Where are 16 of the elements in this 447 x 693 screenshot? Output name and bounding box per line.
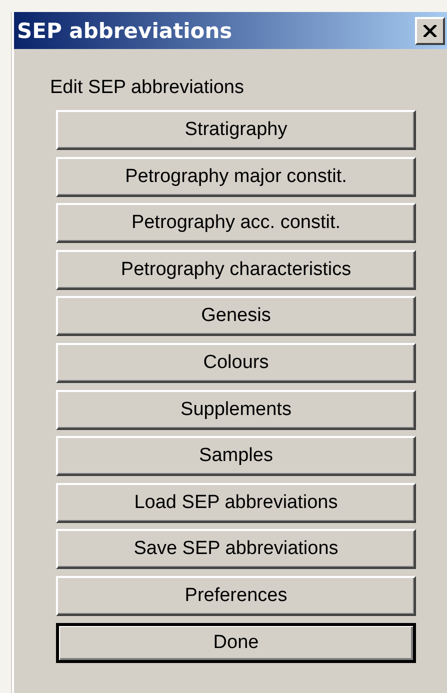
option-button[interactable]: Petrography characteristics (56, 250, 416, 290)
option-button[interactable]: Genesis (56, 296, 416, 336)
option-button[interactable]: Stratigraphy (56, 110, 416, 150)
option-button[interactable]: Supplements (56, 390, 416, 430)
option-button[interactable]: Save SEP abbreviations (56, 529, 416, 570)
close-button[interactable] (415, 16, 445, 44)
option-button[interactable]: Preferences (56, 576, 416, 616)
close-icon (423, 24, 437, 36)
option-button[interactable]: Samples (56, 436, 416, 476)
option-button[interactable]: Load SEP abbreviations (56, 482, 416, 523)
section-heading: Edit SEP abbreviations (50, 77, 244, 99)
window-title: SEP abbreviations (17, 18, 232, 42)
option-button[interactable]: Petrography acc. constit. (56, 203, 416, 244)
option-button[interactable]: Colours (56, 342, 416, 383)
done-button[interactable]: Done (56, 622, 416, 663)
option-button[interactable]: Petrography major constit. (56, 156, 416, 197)
